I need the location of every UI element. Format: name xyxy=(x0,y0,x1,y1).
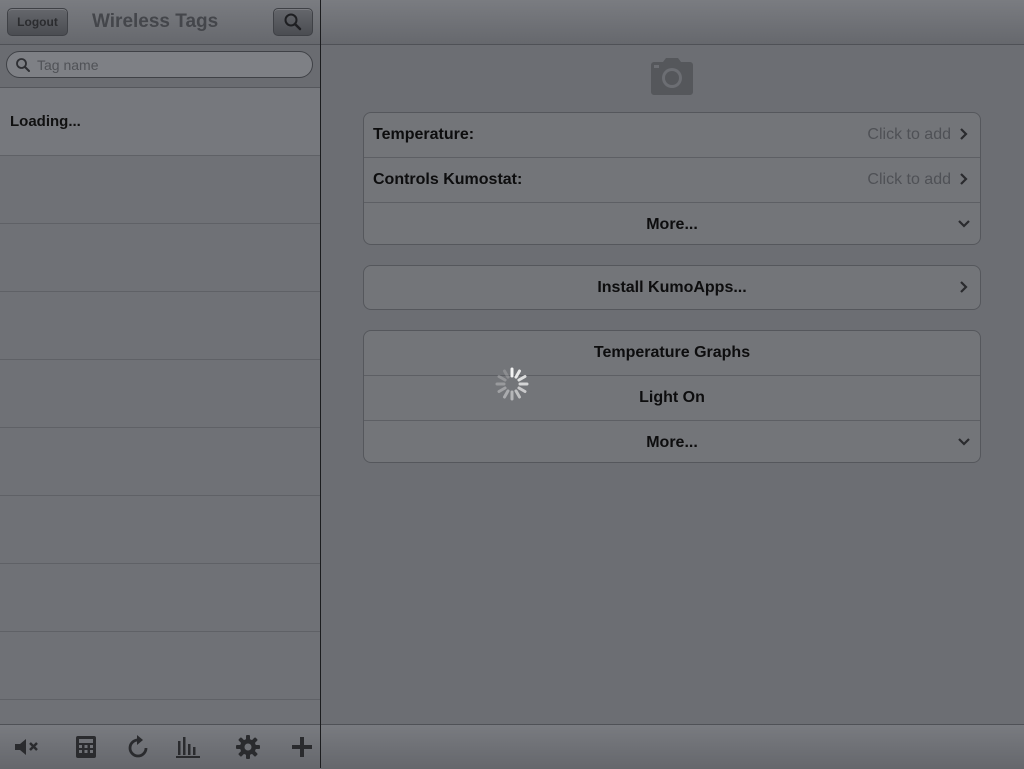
mute-button[interactable] xyxy=(13,733,41,761)
apps-group: Temperature Graphs Light On More... xyxy=(363,330,981,463)
camera-icon xyxy=(651,58,693,95)
detail-navbar xyxy=(321,0,1024,45)
add-button[interactable] xyxy=(288,733,316,761)
install-group: Install KumoApps... xyxy=(363,265,981,310)
app-title: Wireless Tags xyxy=(92,11,219,32)
kumostat-value: Click to add xyxy=(867,171,951,188)
temperature-label: Temperature: xyxy=(373,126,475,143)
logout-button[interactable]: Logout xyxy=(7,8,68,36)
calculator-button[interactable] xyxy=(72,733,100,761)
more-apps-label: More... xyxy=(646,434,698,451)
temperature-row[interactable]: Temperature: Click to add xyxy=(364,113,980,158)
list-item xyxy=(0,224,320,292)
tag-list: Loading... xyxy=(0,88,320,724)
refresh-icon xyxy=(128,735,148,758)
more-settings-label: More... xyxy=(646,216,698,233)
more-apps-row[interactable]: More... xyxy=(364,421,980,462)
camera-button[interactable] xyxy=(649,57,695,97)
more-settings-row[interactable]: More... xyxy=(364,203,980,244)
chevron-right-icon xyxy=(960,173,968,185)
mute-icon xyxy=(15,739,38,755)
list-item xyxy=(0,292,320,360)
chart-button[interactable] xyxy=(174,733,202,761)
chevron-right-icon xyxy=(960,128,968,140)
left-navbar: Logout Wireless Tags xyxy=(0,0,320,45)
list-item xyxy=(0,700,320,724)
chevron-down-icon xyxy=(958,220,970,228)
kumostat-label: Controls Kumostat: xyxy=(373,171,523,188)
search-bar xyxy=(0,45,320,88)
plus-icon xyxy=(292,737,312,757)
light-on-label: Light On xyxy=(639,389,705,406)
search-input[interactable] xyxy=(37,56,297,73)
kumostat-row[interactable]: Controls Kumostat: Click to add xyxy=(364,158,980,203)
gear-icon xyxy=(236,735,260,759)
chevron-right-icon xyxy=(960,281,968,293)
search-field[interactable] xyxy=(6,51,313,78)
bottom-toolbar xyxy=(0,724,320,769)
install-kumoapps-label: Install KumoApps... xyxy=(597,279,747,296)
list-item[interactable]: Loading... xyxy=(0,88,320,156)
temperature-graphs-row[interactable]: Temperature Graphs xyxy=(364,331,980,376)
loading-label: Loading... xyxy=(10,113,81,130)
install-kumoapps-row[interactable]: Install KumoApps... xyxy=(364,266,980,309)
calculator-icon xyxy=(76,736,96,758)
list-item xyxy=(0,496,320,564)
detail-bottom-toolbar xyxy=(321,724,1024,769)
settings-group: Temperature: Click to add Controls Kumos… xyxy=(363,112,981,245)
bar-chart-icon xyxy=(176,737,200,758)
magnifier-icon xyxy=(16,57,30,72)
search-icon xyxy=(284,13,302,31)
light-on-row[interactable]: Light On xyxy=(364,376,980,421)
refresh-button[interactable] xyxy=(124,733,152,761)
list-item xyxy=(0,632,320,700)
list-item xyxy=(0,428,320,496)
list-item xyxy=(0,564,320,632)
search-button[interactable] xyxy=(273,8,313,36)
list-item xyxy=(0,156,320,224)
tag-list-pane: Logout Wireless Tags Loading... xyxy=(0,0,320,769)
split-divider xyxy=(320,0,321,768)
chevron-down-icon xyxy=(958,438,970,446)
temperature-value: Click to add xyxy=(867,126,951,143)
settings-button[interactable] xyxy=(234,733,262,761)
temperature-graphs-label: Temperature Graphs xyxy=(593,344,751,361)
list-item xyxy=(0,360,320,428)
loading-spinner-icon xyxy=(495,367,529,401)
